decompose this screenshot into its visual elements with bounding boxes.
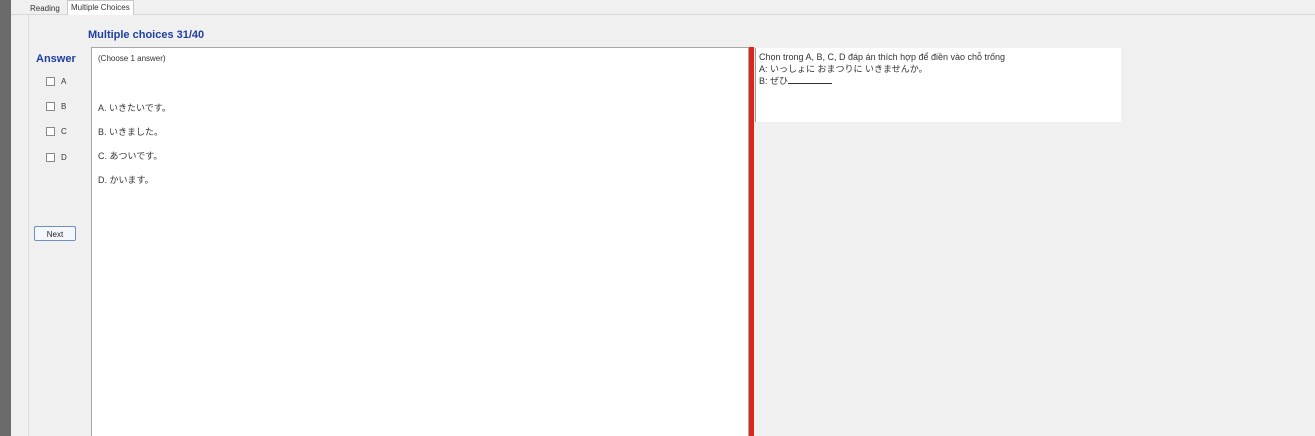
prompt-instruction: Chọn trong A, B, C, D đáp án thích hợp đ… [759, 52, 1006, 62]
prompt-box: Chọn trong A, B, C, D đáp án thích hợp đ… [755, 48, 1121, 122]
answer-heading: Answer [36, 53, 76, 65]
prompt-line-b-text: B: ぜひ [759, 76, 789, 86]
choice-c-text: C. あついです。 [98, 151, 163, 161]
option-letter-b: B [61, 101, 67, 111]
page-title: Multiple choices 31/40 [88, 29, 205, 41]
option-letter-d: D [61, 152, 67, 162]
choice-d-text: D. かいます。 [98, 175, 154, 185]
splitter-bar[interactable] [749, 47, 754, 436]
answer-option-d[interactable]: D [46, 151, 67, 163]
answer-option-c[interactable]: C [46, 125, 67, 137]
answer-option-b[interactable]: B [46, 100, 66, 112]
window-left-edge [0, 0, 11, 436]
checkbox-c[interactable] [46, 126, 55, 136]
checkbox-d[interactable] [46, 152, 55, 162]
question-instruction: (Choose 1 answer) [98, 54, 166, 63]
question-panel: (Choose 1 answer) A. いきたいです。 B. いきました。 C… [91, 47, 749, 436]
choice-a-text: A. いきたいです。 [98, 103, 171, 113]
prompt-line-b: B: ぜひ [759, 76, 833, 86]
option-letter-a: A [61, 76, 67, 86]
checkbox-a[interactable] [46, 76, 55, 86]
panel-divider [28, 14, 29, 436]
option-letter-c: C [61, 126, 67, 136]
tab-strip: Reading Multiple Choices [11, 0, 1315, 15]
checkbox-b[interactable] [46, 101, 55, 111]
choice-b-text: B. いきました。 [98, 127, 164, 137]
tab-reading[interactable]: Reading [27, 2, 63, 15]
tab-multiple-choices[interactable]: Multiple Choices [67, 0, 134, 15]
prompt-line-a: A: いっしょに おまつりに いきませんか。 [759, 64, 928, 74]
answer-blank [788, 76, 833, 84]
next-button[interactable]: Next [34, 226, 76, 241]
answer-option-a[interactable]: A [46, 75, 66, 87]
